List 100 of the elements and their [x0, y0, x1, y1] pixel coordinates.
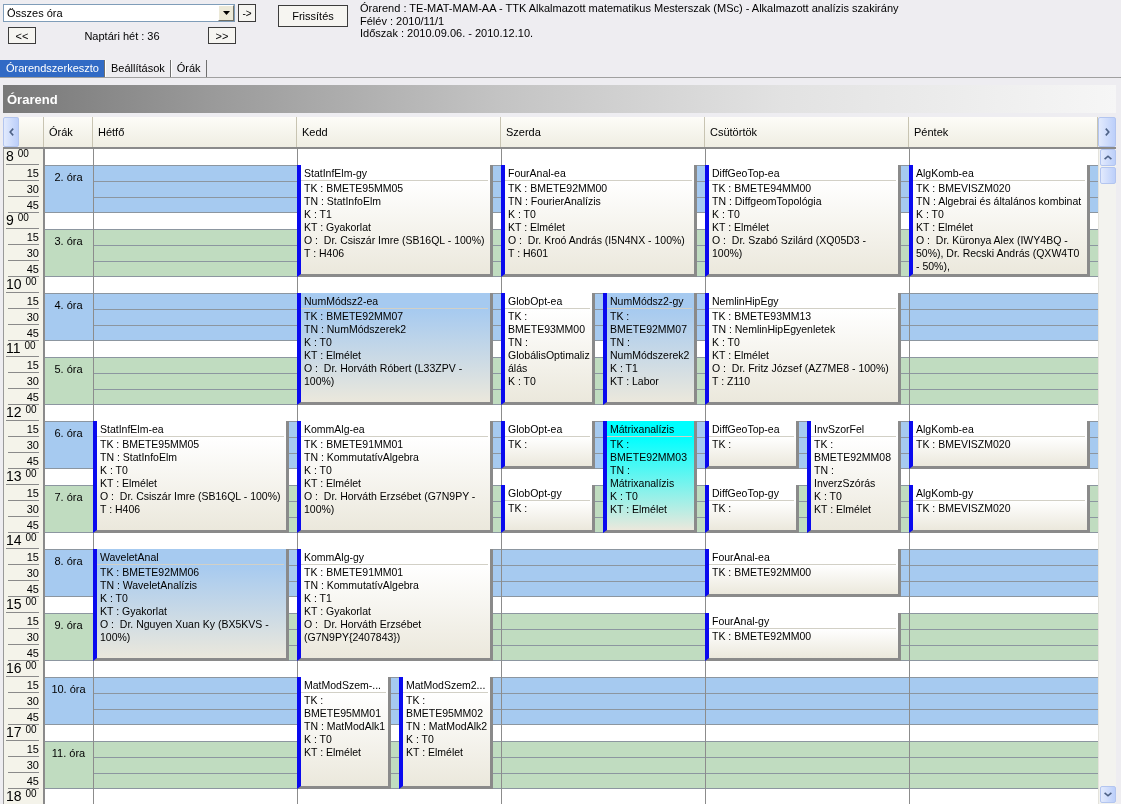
lesson-detail: TK : BMETE92MM07 [609, 310, 689, 336]
scrollbar-thumb[interactable] [1099, 167, 1116, 184]
lesson-detail: TK : BMETE92MM03 [609, 438, 689, 464]
lesson-detail: TK : BMETE95MM02 [405, 694, 485, 720]
lesson-card[interactable]: NumMódsz2-ea TK : BMETE92MM07 TN : NumMódszerek2 K : T0 KT : Elmélet O : Dr. Horváth Róbert (L33ZPV - 100%) [297, 293, 493, 405]
lesson-detail: K : T0 [507, 208, 537, 221]
lesson-detail: TK : [711, 438, 733, 451]
info-line: Időszak : 2010.09.06. - 2010.12.10. [360, 27, 535, 40]
lesson-detail: TK : BMETE95MM05 [303, 182, 405, 195]
lesson-card[interactable]: WaveletAnal TK : BMETE92MM06 TN : WaveletAnalízis K : T0 KT : Gyakorlat O : Dr. Nguyen Xuan Ky (BX5KVS - 100%) [93, 549, 289, 661]
lesson-title: FourAnal-ea [709, 549, 896, 565]
lesson-detail: KT : Elmélet [303, 349, 362, 362]
lesson-card[interactable]: Mátrixanalízis TK : BMETE92MM03 TN : Mátrixanalízis K : T0 KT : Elmélet [603, 421, 697, 533]
scroll-up-button[interactable] [1099, 149, 1116, 166]
lesson-detail: TN : NemlinHipEgyenletek [711, 323, 837, 336]
lesson-card[interactable]: NumMódsz2-gy TK : BMETE92MM07 TN : NumMódszerek2 K : T1 KT : Labor [603, 293, 697, 405]
tab[interactable]: Órarendszerkeszto [0, 60, 105, 77]
next-week-button[interactable]: >> [208, 27, 236, 44]
lesson-detail: TN : MatModAlk1 [303, 720, 387, 733]
lesson-detail: KT : Gyakorlat [99, 605, 168, 618]
lesson-card[interactable]: FourAnal-gy TK : BMETE92MM00 [705, 613, 901, 661]
lesson-detail: K : T0 [405, 733, 435, 746]
tab[interactable]: Beállítások [104, 60, 171, 77]
chevron-right-icon [1104, 128, 1110, 136]
dropdown-button[interactable] [218, 5, 234, 21]
period-label: 8. óra [44, 549, 93, 597]
lesson-detail: TN : MatModAlk2 [405, 720, 489, 733]
lesson-title: NumMódsz2-gy [607, 293, 692, 309]
lesson-title: DiffGeoTop-ea [709, 421, 794, 437]
lesson-title: GlobOpt-gy [505, 485, 590, 501]
lesson-detail: O : Dr. Kroó András (I5N4NX - 100%) [507, 234, 686, 247]
lesson-card[interactable]: InvSzorFel TK : BMETE92MM08 TN : InverzSzórás K : T0 KT : Elmélet [807, 421, 901, 533]
lesson-detail: KT : Elmélet [507, 221, 566, 234]
period-label: 11. óra [44, 741, 93, 789]
minute-label: 45 [26, 582, 39, 596]
tab[interactable]: Órák [170, 60, 207, 77]
lesson-card[interactable]: KommAlg-gy TK : BMETE91MM01 TN : KommutatívAlgebra K : T1 KT : Gyakorlat O : Dr. Horváth Erzsébet (G7N9PY{2407843}) [297, 549, 493, 661]
lesson-card[interactable]: GlobOpt-gy TK : [501, 485, 595, 533]
lesson-card[interactable]: NemlinHipEgy TK : BMETE93MM13 TN : NemlinHipEgyenletek K : T0 KT : Elmélet O : Dr. Fritz József (AZ7ME8 - 100%) T : Z110 [705, 293, 901, 405]
lesson-detail: TK : BMETE95MM05 [99, 438, 201, 451]
lesson-detail: O : Dr. Horváth Róbert (L33ZPV - 100%) [303, 362, 464, 388]
lesson-title: DiffGeoTop-ea [709, 165, 896, 181]
lesson-card[interactable]: AlgKomb-ea TK : BMEVISZM020 TN : Algebrai és általános kombinat K : T0 KT : Elmélet O : Dr. Küronya Alex (IWY4BQ - 50%), Dr. Recski András (QXW4T0 - 50%), [909, 165, 1090, 277]
lesson-card[interactable]: GlobOpt-ea TK : [501, 421, 595, 469]
lesson-title: FourAnal-ea [505, 165, 692, 181]
go-button[interactable]: -> [238, 4, 256, 22]
lesson-card[interactable]: DiffGeoTop-ea TK : BMETE94MM00 TN : DiffgeomTopológia K : T0 KT : Elmélet O : Dr. Szabó Szilárd (XQ05D3 - 100%) [705, 165, 901, 277]
scroll-down-button[interactable] [1099, 786, 1116, 803]
lesson-title: NemlinHipEgy [709, 293, 896, 309]
lesson-detail: TK : BMETE93MM13 [711, 310, 813, 323]
lesson-detail: TK : [507, 502, 529, 515]
lesson-card[interactable]: DiffGeoTop-ea TK : [705, 421, 799, 469]
lesson-title: FourAnal-gy [709, 613, 896, 629]
minute-label: 30 [26, 694, 39, 708]
lesson-detail: TK : BMETE91MM01 [303, 438, 405, 451]
lesson-title: KommAlg-ea [301, 421, 488, 437]
lesson-card[interactable]: StatInfElm-gy TK : BMETE95MM05 TN : StatInfoElm K : T1 KT : Gyakorlat O : Dr. Csiszár Imre (SB16QL - 100%) T : H406 [297, 165, 493, 277]
lesson-card[interactable]: KommAlg-ea TK : BMETE91MM01 TN : KommutatívAlgebra K : T0 KT : Elmélet O : Dr. Horváth Erzsébet (G7N9PY - 100%) [297, 421, 493, 533]
lesson-detail: KT : Elmélet [303, 746, 362, 759]
lesson-title: StatInfElm-ea [97, 421, 284, 437]
minute-label: 15 [26, 550, 39, 564]
lesson-card[interactable]: StatInfElm-ea TK : BMETE95MM05 TN : StatInfoElm K : T0 KT : Elmélet O : Dr. Csiszár Imre (SB16QL - 100%) T : H406 [93, 421, 289, 533]
lesson-detail: K : T1 [303, 592, 333, 605]
minute-label: 30 [26, 374, 39, 388]
minute-label: 30 [26, 438, 39, 452]
lesson-detail: TN : InverzSzórás [813, 464, 877, 490]
lesson-card[interactable]: FourAnal-ea TK : BMETE92MM00 TN : FourierAnalízis K : T0 KT : Elmélet O : Dr. Kroó András (I5N4NX - 100%) T : H601 [501, 165, 697, 277]
minute-label: 15 [26, 678, 39, 692]
lesson-detail: KT : Elmélet [915, 221, 974, 234]
lesson-detail: KT : Gyakorlat [303, 605, 372, 618]
minute-label: 15 [26, 294, 39, 308]
lesson-detail: TK : BMETE94MM00 [711, 182, 813, 195]
lesson-card[interactable]: MatModSzem-... TK : BMETE95MM01 TN : MatModAlk1 K : T0 KT : Elmélet [297, 677, 391, 789]
lesson-detail: KT : Elmélet [711, 349, 770, 362]
info-line: Órarend : TE-MAT-MAM-AA - TTK Alkalmazott matematikus Mesterszak (MSc) - Alkalmazott analízis szakirány [360, 2, 899, 15]
time-label: 14 $^{00}$ [6, 531, 37, 548]
period-select[interactable]: Összes óra [3, 4, 235, 22]
lesson-detail: TK : BMETE92MM08 [813, 438, 893, 464]
lesson-card[interactable]: MatModSzem2... TK : BMETE95MM02 TN : MatModAlk2 K : T0 KT : Elmélet [399, 677, 493, 789]
lesson-title: AlgKomb-ea [913, 421, 1085, 437]
lesson-card[interactable]: FourAnal-ea TK : BMETE92MM00 [705, 549, 901, 597]
lesson-title: MatModSzem2... [403, 677, 488, 693]
lesson-detail: TK : BMETE92MM00 [711, 630, 813, 643]
lesson-card[interactable]: GlobOpt-ea TK : BMETE93MM00 TN : GlobálisOptimalizálás K : T0 [501, 293, 595, 405]
column-header: Csütörtök [705, 117, 909, 147]
week-label: Naptári hét : 36 [83, 29, 161, 42]
lesson-detail: O : Dr. Horváth Erzsébet (G7N9PY{2407843}) [303, 618, 423, 644]
minute-label: 45 [26, 198, 39, 212]
period-label: 10. óra [44, 677, 93, 725]
prev-week-button[interactable]: << [8, 27, 36, 44]
lesson-title: NumMódsz2-ea [301, 293, 488, 309]
scroll-right-button[interactable] [1098, 117, 1116, 147]
lesson-card[interactable]: AlgKomb-ea TK : BMEVISZM020 [909, 421, 1090, 469]
lesson-card[interactable]: DiffGeoTop-gy TK : [705, 485, 799, 533]
lesson-detail: TN : StatInfoElm [303, 195, 383, 208]
refresh-button[interactable]: Frissítés [278, 5, 348, 27]
lesson-title: MatModSzem-... [301, 677, 386, 693]
scroll-left-button[interactable] [3, 117, 19, 147]
lesson-card[interactable]: AlgKomb-gy TK : BMEVISZM020 [909, 485, 1090, 533]
lesson-detail: TN : KommutatívAlgebra [303, 451, 420, 464]
